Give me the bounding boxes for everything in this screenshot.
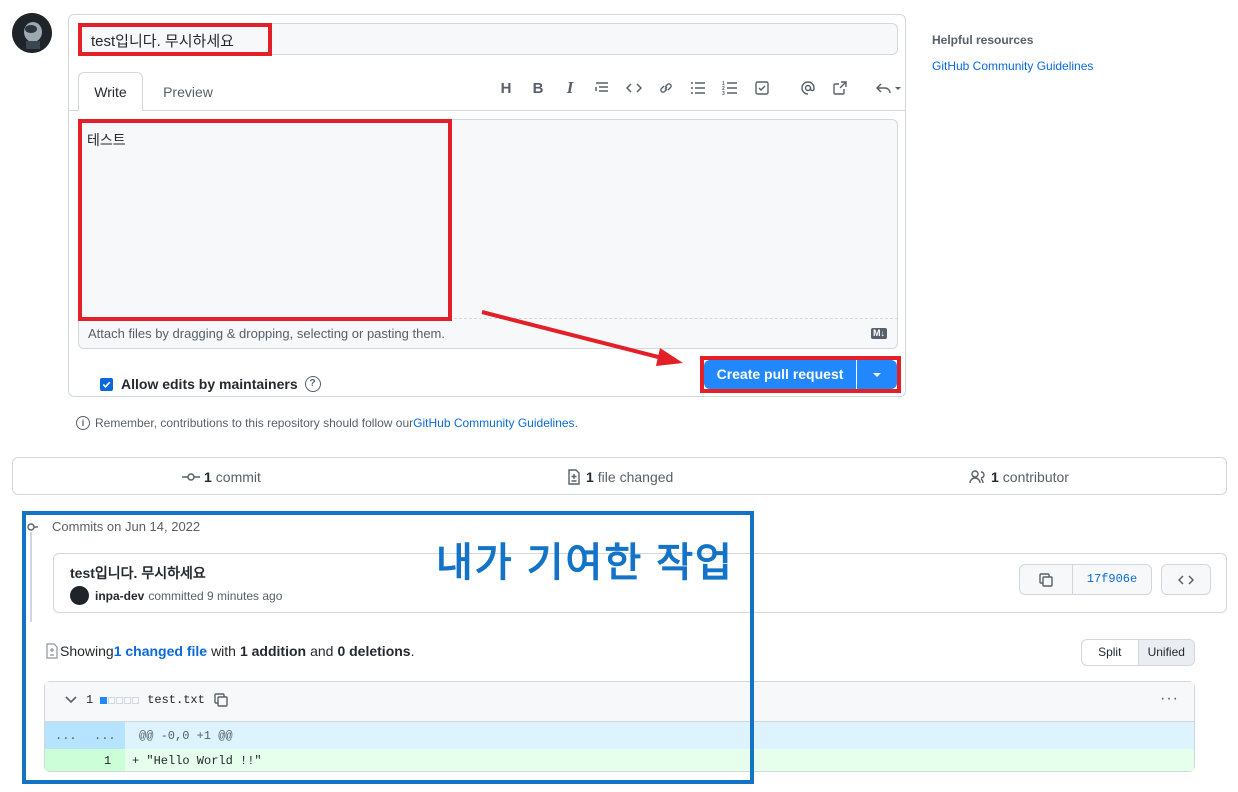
question-icon[interactable]: ? <box>304 376 321 392</box>
commit-sha-link[interactable]: 17f906e <box>1073 565 1151 594</box>
reference-icon[interactable] <box>828 78 852 98</box>
split-view-button[interactable]: Split <box>1082 640 1138 665</box>
body-highlight-box <box>78 119 452 321</box>
tab-contributors[interactable]: 1 contributor <box>969 469 1069 485</box>
ordered-list-icon[interactable]: 123 <box>718 78 742 98</box>
task-list-icon[interactable] <box>750 78 774 98</box>
contribution-annotation-label: 내가 기여한 작업 <box>436 541 734 585</box>
attach-hint: Attach files by dragging & dropping, sel… <box>88 326 445 341</box>
tab-preview[interactable]: Preview <box>152 72 224 110</box>
allow-edits-option[interactable]: Allow edits by maintainers ? <box>100 376 321 392</box>
bold-icon[interactable]: B <box>526 78 550 98</box>
allow-edits-label: Allow edits by maintainers <box>121 376 298 392</box>
code-icon[interactable] <box>622 78 646 98</box>
file-diff-icon <box>568 469 580 485</box>
markdown-icon[interactable]: M↓ <box>871 328 887 339</box>
contributors-label: contributor <box>1002 469 1069 485</box>
reply-icon[interactable] <box>874 78 904 98</box>
reminder-suffix: . <box>574 416 578 430</box>
contribution-reminder: i Remember, contributions to this reposi… <box>76 416 578 430</box>
kebab-menu-icon[interactable]: ··· <box>1160 690 1179 708</box>
markdown-toolbar: H B I 123 <box>494 78 912 98</box>
helpful-resources-heading: Helpful resources <box>932 33 1034 47</box>
link-icon[interactable] <box>654 78 678 98</box>
community-guidelines-link[interactable]: GitHub Community Guidelines <box>413 416 574 430</box>
diff-view-toggle: Split Unified <box>1081 639 1195 666</box>
annotation-arrow <box>470 300 700 375</box>
copy-sha-button[interactable] <box>1020 565 1073 594</box>
heading-icon[interactable]: H <box>494 78 518 98</box>
unified-view-button[interactable]: Unified <box>1137 640 1194 665</box>
italic-icon[interactable]: I <box>558 78 582 98</box>
commits-count: 1 <box>204 469 212 485</box>
people-icon <box>969 470 985 484</box>
files-label: file changed <box>597 469 674 485</box>
title-highlight-box <box>78 23 272 56</box>
quote-icon[interactable] <box>590 78 614 98</box>
allow-edits-checkbox[interactable] <box>100 377 113 391</box>
commit-sha-group: 17f906e <box>1019 564 1152 595</box>
user-avatar[interactable] <box>12 13 52 53</box>
tab-write[interactable]: Write <box>78 72 143 111</box>
mention-icon[interactable] <box>796 78 820 98</box>
info-icon: i <box>76 416 90 430</box>
sidebar-guidelines-link[interactable]: GitHub Community Guidelines <box>932 59 1093 73</box>
tab-files-changed[interactable]: 1 file changed <box>567 469 673 485</box>
unordered-list-icon[interactable] <box>686 78 710 98</box>
browse-repo-button[interactable] <box>1161 564 1211 595</box>
tab-commits[interactable]: 1 commit <box>182 469 261 485</box>
commit-icon <box>182 473 200 481</box>
reminder-text: Remember, contributions to this reposito… <box>95 416 414 430</box>
svg-text:3: 3 <box>722 91 725 96</box>
contributors-count: 1 <box>991 469 999 485</box>
copy-icon <box>1039 572 1053 587</box>
button-highlight-box <box>700 356 901 393</box>
commits-label: commit <box>215 469 261 485</box>
files-count: 1 <box>586 469 594 485</box>
code-browse-icon <box>1178 574 1194 585</box>
